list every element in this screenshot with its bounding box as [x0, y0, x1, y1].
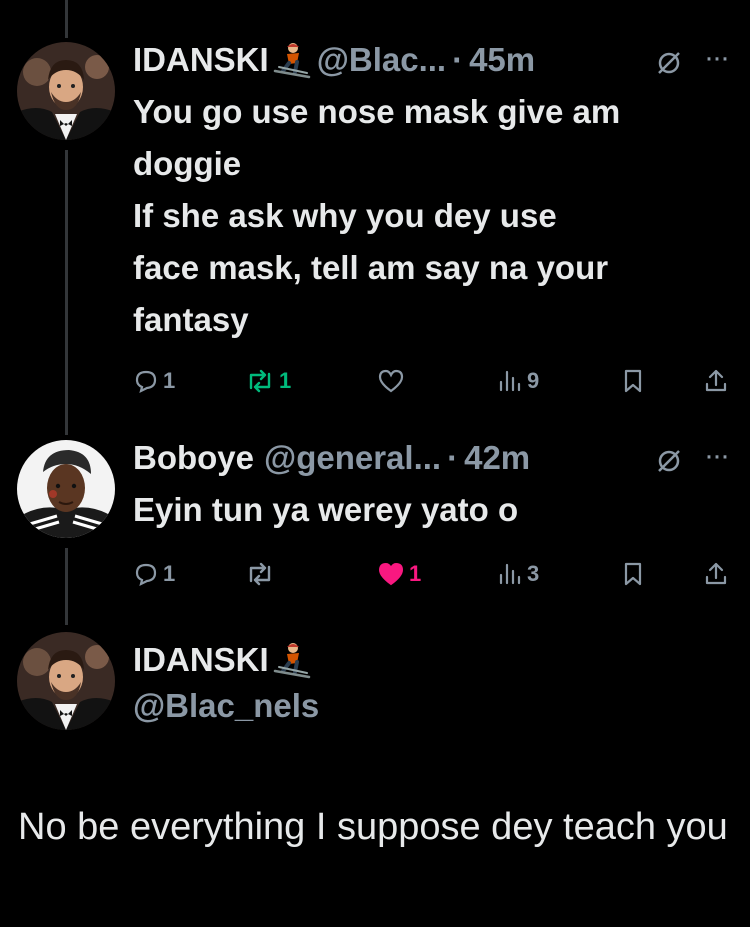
- thread-line-top: [65, 0, 68, 38]
- timestamp[interactable]: 45m: [469, 34, 535, 86]
- avatar[interactable]: [17, 632, 115, 730]
- author-handle[interactable]: @Blac...: [317, 34, 446, 86]
- reply-icon: [135, 563, 157, 587]
- heart-filled-icon: [378, 562, 404, 586]
- tweet-2[interactable]: Boboye @general... · 42m ··· Eyin tun ya…: [133, 432, 750, 536]
- author-handle[interactable]: @Blac_nels: [133, 683, 319, 729]
- share-button[interactable]: [703, 556, 733, 592]
- separator-dot: ·: [447, 439, 459, 476]
- timestamp[interactable]: 42m: [464, 432, 530, 484]
- thread-line-2: [65, 548, 68, 625]
- more-options-icon[interactable]: ···: [704, 43, 730, 73]
- reply-button[interactable]: 1: [133, 556, 175, 592]
- skier-emoji-icon: [273, 41, 311, 79]
- main-tweet-text: No be everything I suppose dey teach you: [18, 806, 728, 848]
- reply-count: 1: [163, 368, 176, 393]
- reply-icon: [135, 370, 157, 394]
- author-name[interactable]: IDANSKI: [133, 34, 269, 86]
- views-button[interactable]: 9: [497, 363, 539, 399]
- reply-count: 1: [163, 561, 176, 586]
- views-count: 3: [527, 561, 540, 586]
- tweet-text: Eyin tun ya werey yato o: [133, 491, 519, 528]
- avatar[interactable]: [17, 440, 115, 538]
- bookmark-icon: [624, 369, 642, 393]
- repost-count: 1: [279, 368, 292, 393]
- more-options-icon[interactable]: ···: [704, 441, 730, 471]
- tweet-text: You go use nose mask give am doggie If s…: [133, 93, 621, 338]
- grok-icon[interactable]: [656, 448, 682, 474]
- views-icon: [499, 370, 521, 392]
- like-button[interactable]: 1: [377, 556, 421, 592]
- bookmark-button[interactable]: [621, 556, 649, 592]
- views-button[interactable]: 3: [497, 556, 539, 592]
- tweet-1[interactable]: IDANSKI @Blac... · 45m ··· You go use no…: [133, 34, 750, 346]
- like-count: 1: [409, 561, 422, 586]
- repost-button[interactable]: 1: [245, 363, 291, 399]
- share-icon: [705, 369, 727, 392]
- skier-emoji-icon: [273, 641, 311, 679]
- heart-icon: [378, 369, 404, 393]
- author-name[interactable]: Boboye: [133, 432, 254, 484]
- repost-button[interactable]: [245, 556, 279, 592]
- views-count: 9: [527, 368, 540, 393]
- bookmark-button[interactable]: [621, 363, 649, 399]
- like-button[interactable]: [377, 363, 409, 399]
- repost-icon: [249, 562, 271, 586]
- share-icon: [705, 562, 727, 585]
- separator-dot: ·: [452, 41, 464, 78]
- author-name-row: IDANSKI: [133, 637, 319, 683]
- share-button[interactable]: [703, 363, 733, 399]
- bookmark-icon: [624, 562, 642, 586]
- repost-icon: [249, 369, 271, 393]
- author-handle[interactable]: @general...: [264, 432, 441, 484]
- tweet-actions: 1 1 3: [133, 556, 733, 592]
- thread-line-1: [65, 150, 68, 435]
- grok-icon[interactable]: [656, 50, 682, 76]
- views-icon: [499, 563, 521, 585]
- main-tweet-author[interactable]: IDANSKI @Blac_nels: [133, 637, 319, 729]
- author-name[interactable]: IDANSKI: [133, 637, 269, 683]
- reply-button[interactable]: 1: [133, 363, 175, 399]
- tweet-actions: 1 1 9: [133, 363, 733, 399]
- avatar[interactable]: [17, 42, 115, 140]
